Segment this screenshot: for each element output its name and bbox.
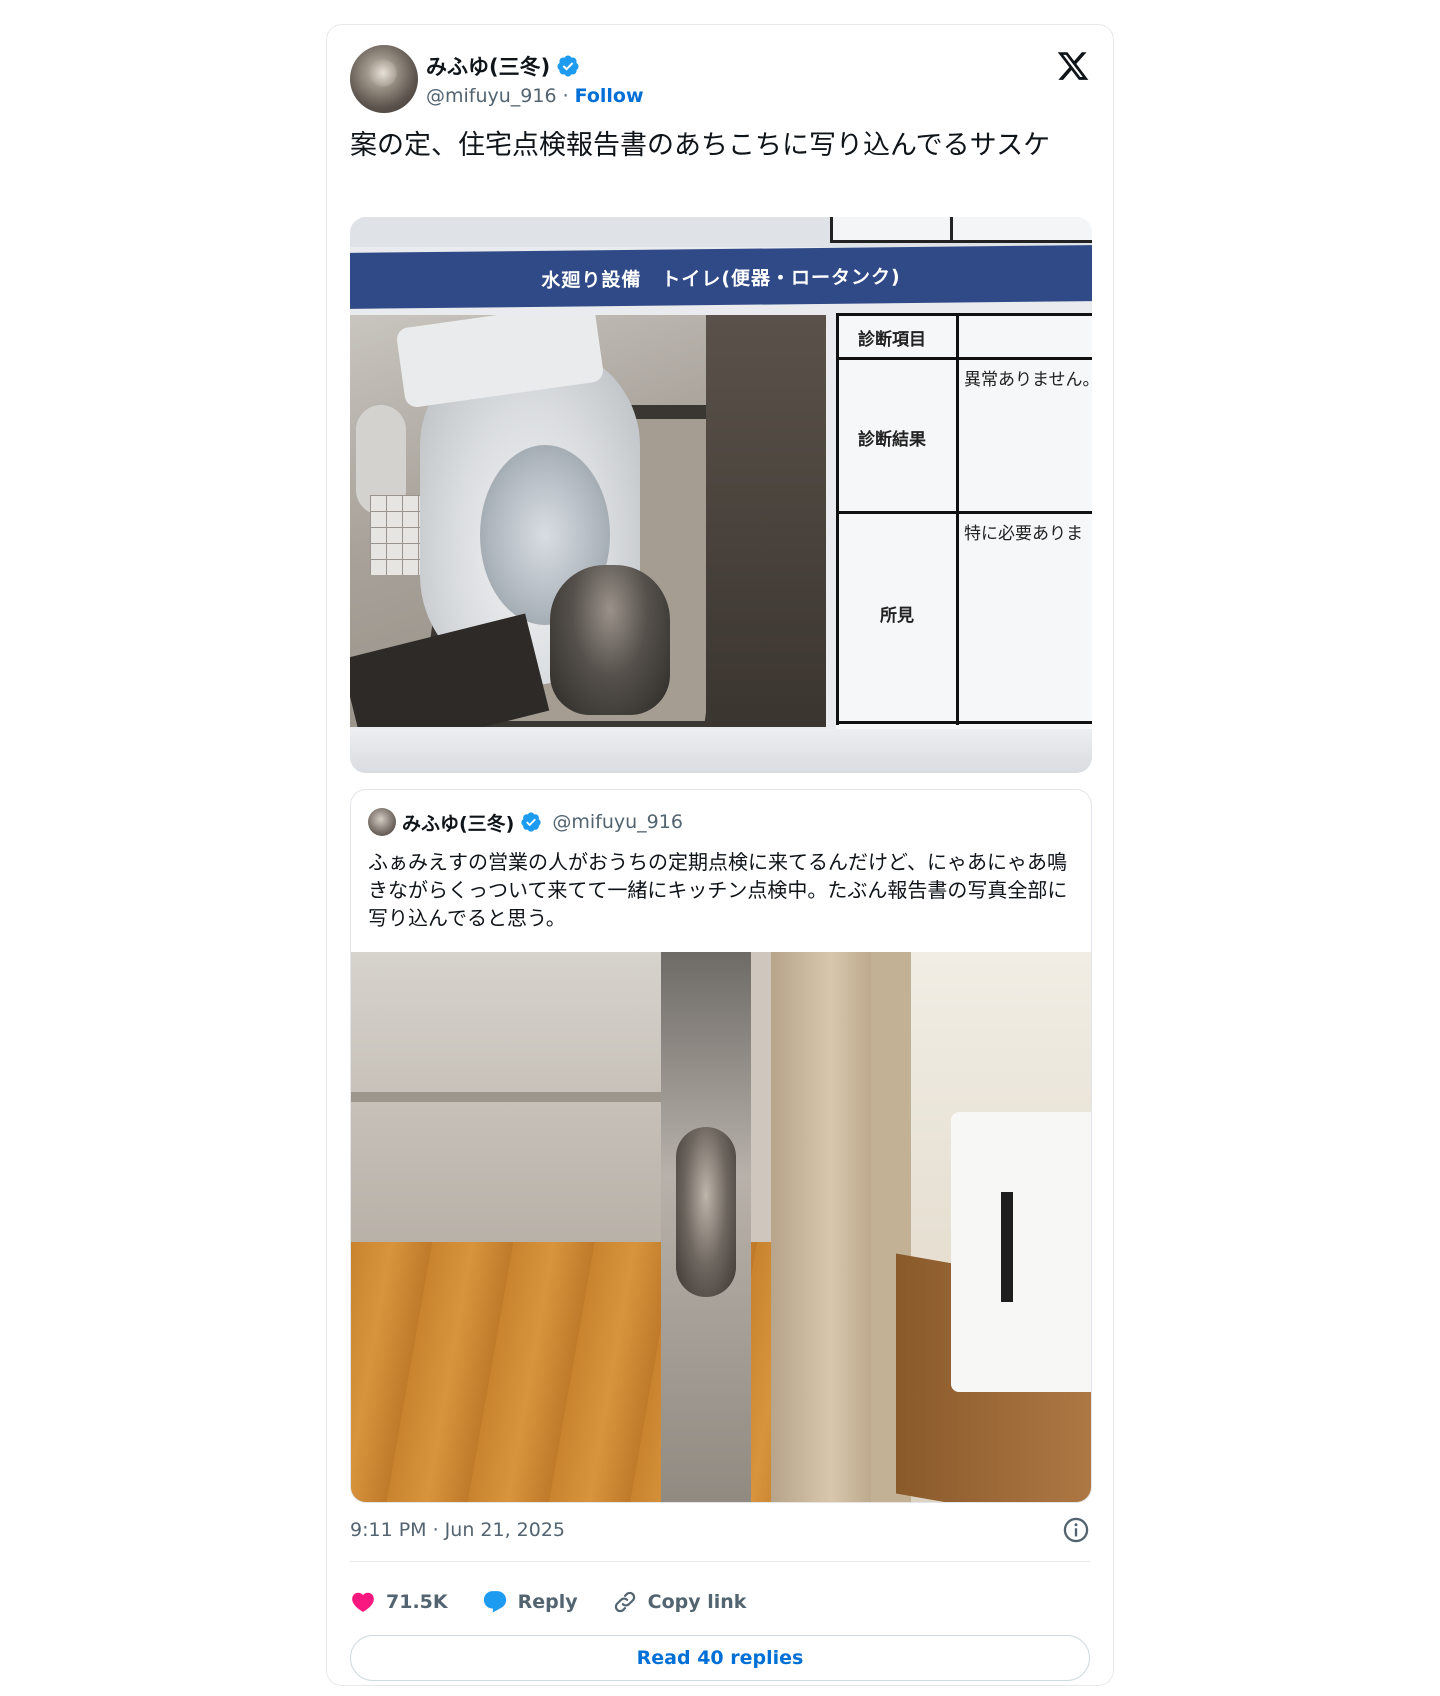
report-row-value: 特に必要ありま <box>964 524 1083 544</box>
white-cabinet <box>951 1112 1091 1392</box>
table-line <box>956 313 959 725</box>
report-row-label: 診断結果 <box>858 430 926 450</box>
like-button[interactable]: 71.5K <box>350 1589 448 1615</box>
cabinet-slot <box>1001 1192 1013 1302</box>
author-handle-row: @mifuyu_916 · Follow <box>426 85 644 107</box>
x-logo-icon[interactable] <box>1056 49 1090 83</box>
copy-link-button[interactable]: Copy link <box>612 1589 747 1615</box>
follow-button[interactable]: Follow <box>575 85 644 107</box>
info-icon[interactable] <box>1062 1516 1090 1544</box>
verified-badge-icon <box>557 55 579 77</box>
table-line <box>836 313 839 725</box>
report-row-label: 所見 <box>880 606 914 626</box>
table-line <box>836 721 1092 724</box>
report-row-label: 診断項目 <box>858 330 926 350</box>
reply-button[interactable]: Reply <box>482 1589 578 1615</box>
separator-dot: · <box>562 85 569 107</box>
report-paper-bottom <box>350 729 1092 773</box>
quoted-handle: @mifuyu_916 <box>552 811 683 833</box>
author-handle[interactable]: @mifuyu_916 <box>426 85 557 107</box>
tweet-text: 案の定、住宅点検報告書のあちこちに写り込んでるサスケ <box>350 130 1051 161</box>
fridge <box>351 952 661 1252</box>
report-top-cell <box>950 217 1092 243</box>
tweet-photo-report[interactable]: 水廻り設備 トイレ(便器・ロータンク) 診断項目 診断結果 異常ありません。 所… <box>350 217 1092 773</box>
quoted-tweet-text: ふぁみえすの営業の人がおうちの定期点検に来てるんだけど、にゃあにゃあ鳴きながらく… <box>368 850 1068 930</box>
cat <box>550 565 670 715</box>
link-icon <box>614 1591 635 1613</box>
quoted-avatar <box>368 808 396 836</box>
report-paper-top <box>350 217 1092 247</box>
cat <box>676 1127 736 1297</box>
tweet-card: みふゆ(三冬) @mifuyu_916 · Follow 案の定、住宅点検報告書… <box>326 24 1114 1686</box>
report-table: 診断項目 診断結果 異常ありません。 所見 特に必要ありま <box>836 313 1092 729</box>
divider <box>350 1561 1090 1562</box>
report-row-value: 異常ありません。 <box>964 370 1092 390</box>
author-display-name[interactable]: みふゆ(三冬) <box>426 51 550 81</box>
toilet-wall <box>706 315 826 727</box>
table-line <box>836 313 1092 316</box>
table-line <box>836 511 1092 514</box>
quoted-tweet-header: みふゆ(三冬) @mifuyu_916 <box>368 808 683 836</box>
heart-icon <box>352 1592 374 1612</box>
reply-bubble-icon <box>483 1591 506 1613</box>
copy-link-label: Copy link <box>647 1591 747 1613</box>
verified-badge-icon <box>521 812 541 832</box>
table-line <box>836 357 1092 360</box>
reply-label: Reply <box>517 1591 578 1613</box>
report-top-cell <box>830 217 950 243</box>
kitchen-photo[interactable] <box>351 952 1091 1502</box>
quoted-tweet[interactable]: みふゆ(三冬) @mifuyu_916 ふぁみえすの営業の人がおうちの定期点検に… <box>350 789 1092 1503</box>
author-name-row: みふゆ(三冬) <box>426 51 580 81</box>
quoted-display-name: みふゆ(三冬) <box>402 812 515 835</box>
toilet-photo <box>350 315 826 727</box>
action-bar: 71.5K Reply Copy link <box>350 1585 780 1619</box>
like-count: 71.5K <box>386 1591 448 1613</box>
read-replies-button[interactable]: Read 40 replies <box>350 1635 1090 1681</box>
avatar[interactable] <box>350 45 418 113</box>
tweet-timestamp[interactable]: 9:11 PM · Jun 21, 2025 <box>350 1519 565 1541</box>
tweet-header: みふゆ(三冬) @mifuyu_916 · Follow <box>350 43 1090 115</box>
report-section-header: 水廻り設備 トイレ(便器・ロータンク) <box>350 245 1092 309</box>
fridge-drawer-line <box>351 1092 661 1102</box>
